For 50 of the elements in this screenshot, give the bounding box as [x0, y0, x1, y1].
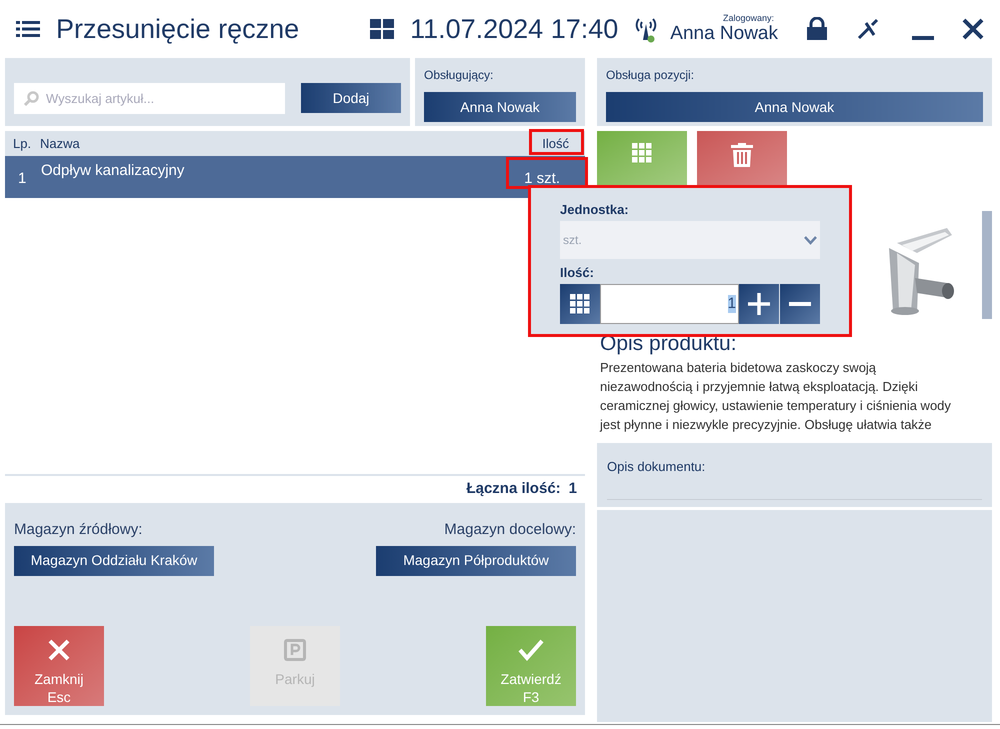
item-quantity: 1 szt. [524, 168, 560, 188]
logged-in-label: Zalogowany: [722, 13, 774, 23]
keypad-icon [570, 294, 590, 314]
keypad-icon [632, 143, 652, 163]
column-header: Ilość [542, 134, 569, 153]
quantity-label: Ilość: [560, 265, 595, 281]
close-icon[interactable] [962, 18, 984, 40]
product-description: Prezentowana bateria bidetowa zaskoczy swoją niezawodnością i przyjemnie łatwą eksploatacją. Dzięki ceramicznej głowicy, ustawienie temperatury i ciśnienia wody jest płynne i niezwykle precyzyjnie. Obsługę ułatwia także [598, 359, 952, 434]
column-header: Nazwa [40, 134, 81, 153]
decrement-button[interactable] [780, 284, 820, 324]
plus-icon [748, 293, 770, 315]
delete-button[interactable] [697, 131, 787, 186]
item-operator-label: Obsługa pozycji: [606, 67, 696, 84]
highlight-frame [529, 129, 584, 155]
chevron-down-icon [804, 236, 817, 244]
close-icon [47, 638, 71, 662]
scrollbar[interactable] [982, 211, 992, 319]
item-name: Odpływ kanalizacyjny [41, 161, 186, 181]
row-number: 1 [18, 168, 28, 188]
user-name: Anna Nowak [670, 23, 778, 45]
operator-label: Obsługujący: [424, 67, 494, 84]
add-button[interactable]: Dodaj [301, 83, 401, 113]
source-warehouse-button[interactable]: Magazyn Oddziału Kraków [14, 546, 214, 576]
document-label: Opis dokumentu: [607, 459, 706, 474]
lock-icon[interactable] [806, 17, 828, 41]
menu-icon[interactable] [16, 19, 40, 39]
quantity-field[interactable]: 1 [600, 284, 739, 324]
total-label: Łączna ilość: [466, 479, 561, 500]
search-field[interactable]: Wyszukaj artykuł... [14, 82, 285, 114]
operator-button[interactable]: Anna Nowak [424, 92, 576, 122]
unit-label: Jednostka: [560, 202, 630, 218]
item-operator-button[interactable]: Anna Nowak [606, 92, 983, 122]
increment-button[interactable] [739, 284, 779, 324]
keypad-button[interactable] [560, 284, 600, 324]
source-label: Magazyn źródłowy: [14, 520, 142, 540]
close-button[interactable]: Zamknij Esc [14, 626, 104, 706]
target-label: Magazyn docelowy: [444, 520, 576, 540]
minus-icon [789, 302, 811, 306]
total-value: 1 [568, 479, 577, 500]
table-row[interactable]: 1 Odpływ kanalizacyjny 1 szt. [5, 156, 585, 198]
column-header: Lp. [13, 134, 32, 153]
tools-icon[interactable] [856, 17, 880, 41]
page-title: Przesunięcie ręczne [56, 12, 300, 46]
check-icon [518, 638, 544, 662]
windows-icon[interactable] [370, 19, 394, 39]
search-icon [23, 90, 39, 106]
parking-icon [283, 638, 307, 662]
target-warehouse-button[interactable]: Magazyn Półproduktów [376, 546, 576, 576]
trash-icon [731, 143, 753, 167]
datetime: 11.07.2024 17:40 [410, 12, 618, 46]
